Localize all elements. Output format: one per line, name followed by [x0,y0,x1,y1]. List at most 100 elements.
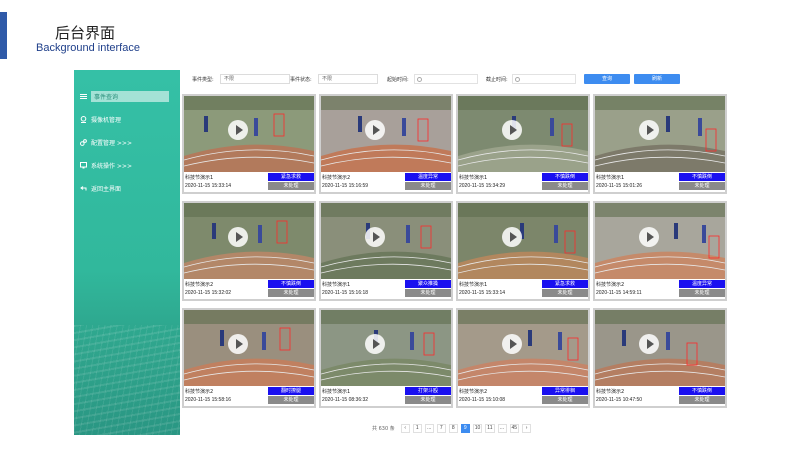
event-time: 2020-11-15 15:33:14 [185,183,232,189]
event-card[interactable]: 科技节演示2 2020-11-15 15:32:02 不慎跌倒 未处理 [182,201,316,301]
event-time: 2020-11-15 10:47:50 [596,397,643,403]
event-type-select[interactable]: 不限 [220,74,290,84]
page-button[interactable]: 11 [485,423,495,433]
event-type-badge: 温度异常 [679,280,725,288]
sidebar-item-event-query[interactable]: 事件查询 [80,90,176,102]
clock-icon [417,77,422,82]
play-icon[interactable] [502,227,522,247]
video-thumbnail[interactable] [458,310,588,386]
play-icon[interactable] [365,120,385,140]
return-icon [80,185,87,192]
video-thumbnail[interactable] [321,96,451,172]
event-card[interactable]: 科技节演示1 2020-11-15 15:16:18 聚众推搡 未处理 [319,201,453,301]
status-badge[interactable]: 未处理 [268,182,314,190]
sidebar-item-label: 返回主界面 [91,185,122,193]
video-thumbnail[interactable] [595,310,725,386]
event-card[interactable]: 科技节演示2 2020-11-15 14:59:11 温度异常 未处理 [593,201,727,301]
page-button[interactable]: 7 [436,423,446,433]
status-badge[interactable]: 未处理 [268,289,314,297]
play-icon[interactable] [639,227,659,247]
sidebar-item-camera-management[interactable]: 摄像机管理 [80,113,176,125]
event-type-badge: 打架斗殴 [405,387,451,395]
status-badge[interactable]: 未处理 [542,182,588,190]
event-card[interactable]: 科技节演示1 2020-11-15 08:36:32 打架斗殴 未处理 [319,308,453,408]
status-badge[interactable]: 未处理 [405,396,451,404]
video-thumbnail[interactable] [184,96,314,172]
status-badge[interactable]: 未处理 [679,289,725,297]
next-page-button[interactable]: › [522,423,532,433]
sidebar-item-label: 事件查询 [91,90,169,102]
sidebar-item-return-main[interactable]: 返回主界面 [80,182,176,194]
scene-image [458,203,588,279]
event-card[interactable]: 科技节演示1 2020-11-15 15:33:14 紧急求救 未处理 [456,201,590,301]
event-status-select[interactable]: 不限 [318,74,378,84]
header-accent-bar [0,12,7,59]
status-badge[interactable]: 未处理 [405,289,451,297]
event-card[interactable]: 科技节演示2 2020-11-15 15:16:59 温度异常 未处理 [319,94,453,194]
camera-name: 科技节演示2 [459,389,488,395]
page-button[interactable]: 8 [448,423,458,433]
event-card[interactable]: 科技节演示1 2020-11-15 15:01:26 不慎跌倒 未处理 [593,94,727,194]
status-badge[interactable]: 未处理 [542,289,588,297]
play-icon[interactable] [502,334,522,354]
event-type-badge: 不慎跌倒 [268,280,314,288]
video-thumbnail[interactable] [458,96,588,172]
sidebar-item-system-operation[interactable]: 系统操作 >>> [80,159,176,171]
start-time-input[interactable] [414,74,478,84]
page-button[interactable]: ... [497,423,507,433]
query-button[interactable]: 查询 [584,74,630,84]
page-button[interactable]: ... [424,423,434,433]
camera-name: 科技节演示1 [459,282,488,288]
status-badge[interactable]: 未处理 [542,396,588,404]
page-title: 后台界面 [55,24,116,42]
video-thumbnail[interactable] [184,310,314,386]
event-time: 2020-11-15 15:10:08 [459,397,506,403]
page-button[interactable]: 45 [509,423,520,433]
play-icon[interactable] [228,120,248,140]
status-badge[interactable]: 未处理 [679,396,725,404]
play-icon[interactable] [502,120,522,140]
video-thumbnail[interactable] [321,310,451,386]
event-type-badge: 异常徘徊 [542,387,588,395]
status-badge[interactable]: 未处理 [679,182,725,190]
event-type-badge: 翻时撩腿 [268,387,314,395]
card-info: 科技节演示2 2020-11-15 10:47:50 不慎跌倒 未处理 [595,386,725,406]
end-time-input[interactable] [512,74,576,84]
page-button[interactable]: 10 [472,423,483,433]
event-card[interactable]: 科技节演示1 2020-11-15 15:33:14 紧急求救 未处理 [182,94,316,194]
refresh-button[interactable]: 刷新 [634,74,680,84]
video-thumbnail[interactable] [458,203,588,279]
play-icon[interactable] [365,334,385,354]
play-icon[interactable] [639,120,659,140]
video-thumbnail[interactable] [321,203,451,279]
status-badge[interactable]: 未处理 [268,396,314,404]
page-button[interactable]: 1 [412,423,422,433]
camera-name: 科技节演示2 [596,389,625,395]
play-icon[interactable] [228,227,248,247]
prev-page-button[interactable]: ‹ [400,423,410,433]
scene-image [184,310,314,386]
video-thumbnail[interactable] [184,203,314,279]
event-card[interactable]: 科技节演示2 2020-11-15 15:58:16 翻时撩腿 未处理 [182,308,316,408]
event-card[interactable]: 科技节演示2 2020-11-15 10:47:50 不慎跌倒 未处理 [593,308,727,408]
video-thumbnail[interactable] [595,203,725,279]
event-time: 2020-11-15 15:16:59 [322,183,369,189]
card-info: 科技节演示2 2020-11-15 15:32:02 不慎跌倒 未处理 [184,279,314,299]
play-icon[interactable] [639,334,659,354]
play-icon[interactable] [228,334,248,354]
play-icon[interactable] [365,227,385,247]
event-time: 2020-11-15 08:36:32 [322,397,369,403]
video-thumbnail[interactable] [595,96,725,172]
pagination: 共 630 条 ‹ 1... 7 8 9 10 11... 45 › [372,423,532,433]
sidebar-item-config-management[interactable]: 配置管理 >>> [80,136,176,148]
scene-image [595,310,725,386]
event-card[interactable]: 科技节演示1 2020-11-15 15:34:29 不慎跌倒 未处理 [456,94,590,194]
page-subtitle: Background interface [36,42,140,54]
page-button[interactable]: 9 [460,423,470,433]
start-time-label: 起始时间: [387,77,409,83]
event-card[interactable]: 科技节演示2 2020-11-15 15:10:08 异常徘徊 未处理 [456,308,590,408]
status-badge[interactable]: 未处理 [405,182,451,190]
event-time: 2020-11-15 15:32:02 [185,290,232,296]
sidebar-item-label: 配置管理 >>> [91,139,132,147]
scene-image [595,203,725,279]
